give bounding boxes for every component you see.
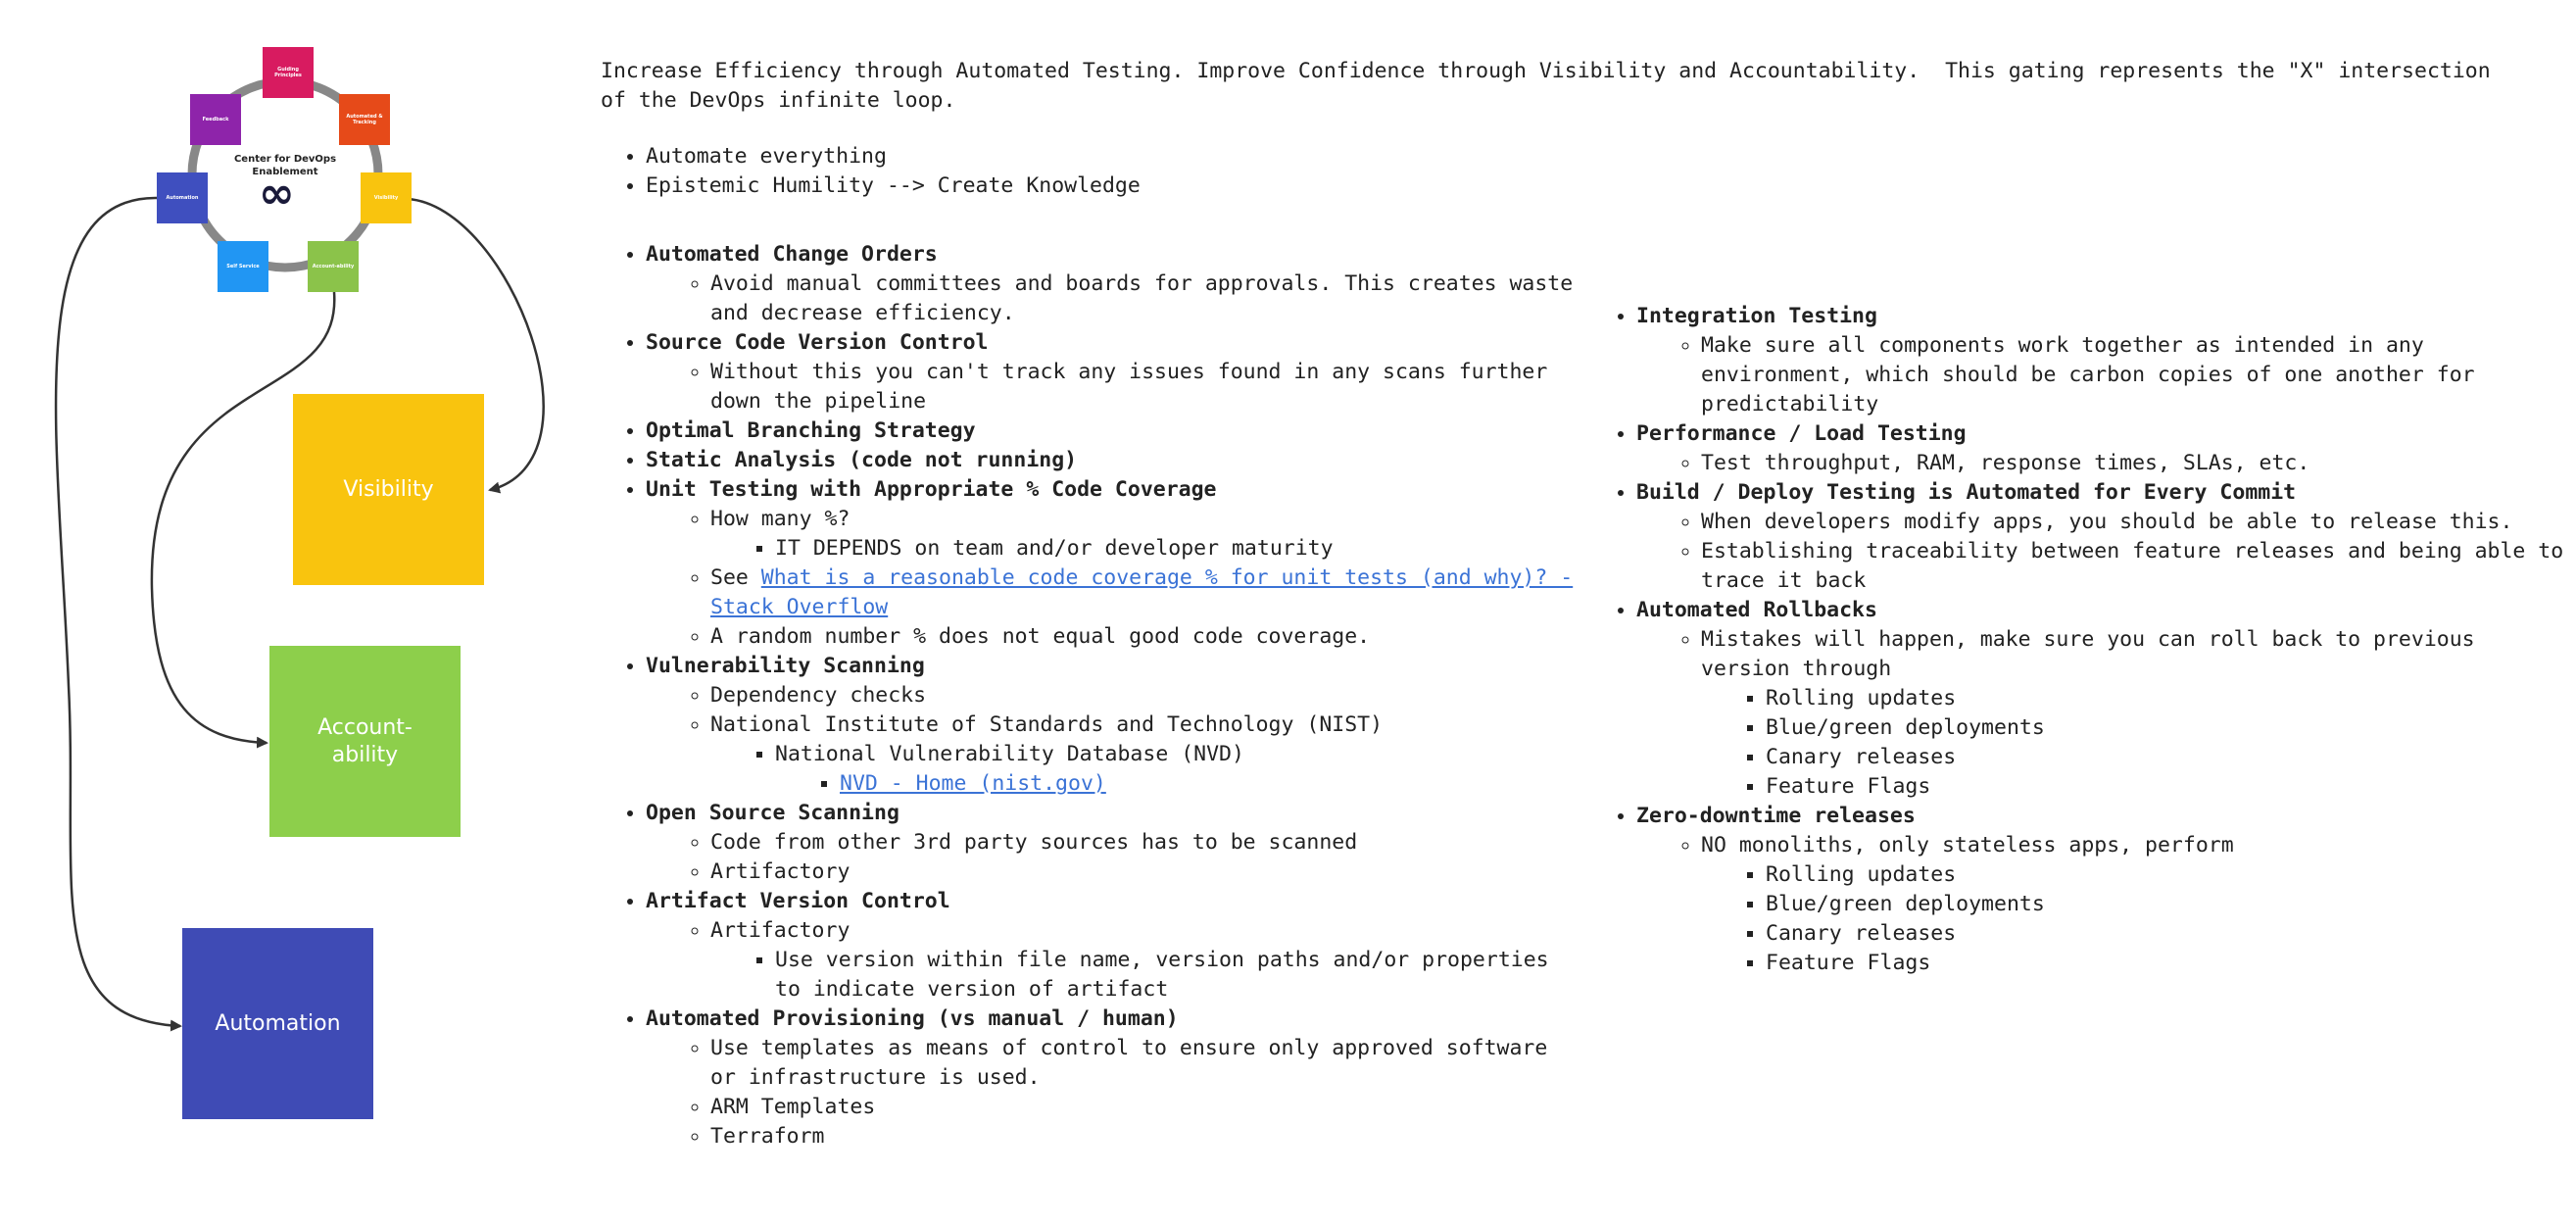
- list-item: Build / Deploy Testing is Automated for …: [1636, 478, 2571, 596]
- sub-item: When developers modify apps, you should …: [1701, 508, 2571, 537]
- sub-item: Avoid manual committees and boards for a…: [710, 270, 1580, 328]
- sub-sub-item: Canary releases: [1766, 743, 2571, 772]
- list-item: Unit Testing with Appropriate % Code Cov…: [646, 475, 1580, 652]
- sub-sub-item: National Vulnerability Database (NVD) NV…: [775, 740, 1580, 799]
- list-item: Open Source Scanning Code from other 3rd…: [646, 799, 1580, 887]
- item-title: Integration Testing: [1636, 304, 1877, 328]
- list-item: Zero-downtime releases NO monoliths, onl…: [1636, 802, 2571, 978]
- wheel-tile-automation: Automation: [157, 172, 208, 223]
- wheel-tile-accountability: Account-ability: [308, 241, 359, 292]
- visibility-box: Visibility: [293, 394, 484, 585]
- item-title: Optimal Branching Strategy: [646, 418, 976, 443]
- accountability-box: Account- ability: [269, 646, 461, 837]
- item-title: Artifact Version Control: [646, 889, 950, 913]
- item-title: Performance / Load Testing: [1636, 421, 1967, 446]
- sub-item: Mistakes will happen, make sure you can …: [1701, 625, 2571, 802]
- wheel-tile-automated-tracking: Automated & Tracking: [339, 94, 390, 145]
- item-title: Zero-downtime releases: [1636, 804, 1916, 828]
- item-title: Automated Rollbacks: [1636, 598, 1877, 622]
- wheel-tile-feedback: Feedback: [190, 94, 241, 145]
- intro-text: Increase Efficiency through Automated Te…: [601, 59, 2503, 113]
- sub-item: How many %? IT DEPENDS on team and/or de…: [710, 505, 1580, 564]
- item-title: Static Analysis (code not running): [646, 448, 1078, 472]
- wheel-tile-guiding-principles: Guiding Principles: [263, 47, 314, 98]
- item-title: Unit Testing with Appropriate % Code Cov…: [646, 477, 1217, 502]
- list-item: Automated Rollbacks Mistakes will happen…: [1636, 596, 2571, 802]
- sub-sub-item: Feature Flags: [1766, 772, 2571, 802]
- sub-item: Terraform: [710, 1122, 1580, 1152]
- sub-sub-item: Use version within file name, version pa…: [775, 946, 1580, 1004]
- left-checklist: Automated Change Orders Avoid manual com…: [601, 240, 1580, 1152]
- list-item: Integration Testing Make sure all compon…: [1636, 302, 2571, 419]
- sub-sub-item: Feature Flags: [1766, 949, 2571, 978]
- sub-item: Without this you can't track any issues …: [710, 358, 1580, 416]
- arrow-to-automation: [54, 196, 182, 1032]
- sub-item: Make sure all components work together a…: [1701, 331, 2571, 419]
- list-item: Performance / Load Testing Test throughp…: [1636, 419, 2571, 478]
- list-item: Artifact Version Control Artifactory Use…: [646, 887, 1580, 1004]
- sub-item: See What is a reasonable code coverage %…: [710, 564, 1580, 622]
- item-title: Build / Deploy Testing is Automated for …: [1636, 480, 2297, 505]
- item-title: Source Code Version Control: [646, 330, 989, 355]
- item-title: Automated Change Orders: [646, 242, 938, 267]
- list-item: Static Analysis (code not running): [646, 446, 1580, 475]
- stackoverflow-link[interactable]: What is a reasonable code coverage % for…: [710, 565, 1573, 619]
- list-item: Vulnerability Scanning Dependency checks…: [646, 652, 1580, 799]
- sub-item: National Institute of Standards and Tech…: [710, 710, 1580, 799]
- sub-item: Artifactory Use version within file name…: [710, 916, 1580, 1004]
- principle-item: Automate everything: [646, 142, 1287, 172]
- item-title: Open Source Scanning: [646, 801, 899, 825]
- sub-sub-item: Canary releases: [1766, 919, 2571, 949]
- item-title: Automated Provisioning (vs manual / huma…: [646, 1006, 1179, 1031]
- infinity-icon: ∞: [259, 169, 295, 219]
- wheel-tile-self-service: Self Service: [218, 241, 268, 292]
- list-item: Automated Change Orders Avoid manual com…: [646, 240, 1580, 328]
- item-title: Vulnerability Scanning: [646, 654, 925, 678]
- sub-sub-item: Blue/green deployments: [1766, 713, 2571, 743]
- sub-sub-sub-item: NVD - Home (nist.gov): [840, 769, 1580, 799]
- list-item: Optimal Branching Strategy: [646, 416, 1580, 446]
- automation-box: Automation: [182, 928, 373, 1119]
- sub-sub-item: Rolling updates: [1766, 860, 2571, 890]
- sub-item: ARM Templates: [710, 1093, 1580, 1122]
- list-item: Automated Provisioning (vs manual / huma…: [646, 1004, 1580, 1152]
- principle-item: Epistemic Humility --> Create Knowledge: [646, 172, 1287, 201]
- sub-item: Dependency checks: [710, 681, 1580, 710]
- sub-item: Artifactory: [710, 858, 1580, 887]
- nvd-link[interactable]: NVD - Home (nist.gov): [840, 771, 1106, 796]
- sub-item: A random number % does not equal good co…: [710, 622, 1580, 652]
- principles-list: Automate everything Epistemic Humility -…: [601, 142, 1287, 201]
- right-checklist: Integration Testing Make sure all compon…: [1591, 302, 2571, 978]
- wheel-tile-visibility: Visibility: [361, 172, 412, 223]
- sub-item: Code from other 3rd party sources has to…: [710, 828, 1580, 858]
- sub-item: Use templates as means of control to ens…: [710, 1034, 1580, 1093]
- sub-sub-item: Rolling updates: [1766, 684, 2571, 713]
- sub-item: NO monoliths, only stateless apps, perfo…: [1701, 831, 2571, 978]
- sub-sub-item: IT DEPENDS on team and/or developer matu…: [775, 534, 1580, 564]
- sub-item: Test throughput, RAM, response times, SL…: [1701, 449, 2571, 478]
- list-item: Source Code Version Control Without this…: [646, 328, 1580, 416]
- sub-item: Establishing traceability between featur…: [1701, 537, 2571, 596]
- sub-sub-item: Blue/green deployments: [1766, 890, 2571, 919]
